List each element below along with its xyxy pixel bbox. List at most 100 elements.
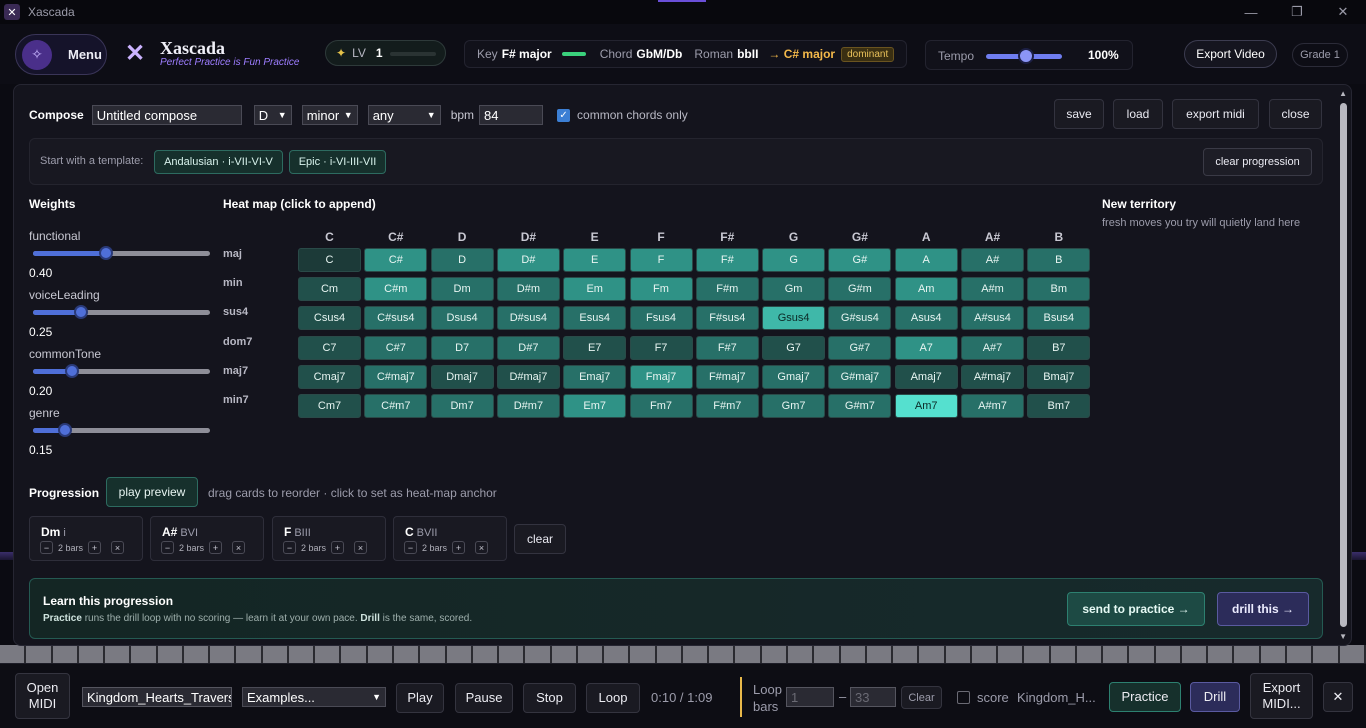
heatmap-cell[interactable]: A# xyxy=(961,248,1024,272)
heatmap-cell[interactable]: C#m7 xyxy=(364,394,428,418)
pause-button[interactable]: Pause xyxy=(455,683,513,713)
bpm-input[interactable]: 84 xyxy=(479,105,544,125)
heatmap-cell[interactable]: Bm xyxy=(1027,277,1091,302)
heatmap-cell[interactable]: Fsus4 xyxy=(629,306,693,331)
heatmap-cell[interactable]: Em xyxy=(563,277,627,302)
heatmap-cell[interactable]: Am7 xyxy=(894,394,958,418)
heatmap-cell[interactable]: Am xyxy=(894,277,958,302)
midi-file-input[interactable]: Kingdom_Hearts_Traverse xyxy=(82,687,232,707)
examples-select[interactable]: Examples... ▼ xyxy=(242,687,386,707)
export-midi-bottom-button[interactable]: Export MIDI... xyxy=(1250,673,1313,719)
heatmap-cell[interactable]: C7 xyxy=(298,335,361,360)
weight-slider-commontone[interactable] xyxy=(33,364,210,378)
export-midi-button[interactable]: export midi xyxy=(1172,99,1259,129)
stop-button[interactable]: Stop xyxy=(523,683,576,713)
heatmap-cell[interactable]: F#maj7 xyxy=(695,364,759,389)
template-andalusian[interactable]: Andalusian · i-VII-VI-V xyxy=(154,150,283,174)
heatmap-cell[interactable]: Gmaj7 xyxy=(762,364,826,389)
scroll-down-icon[interactable]: ▼ xyxy=(1339,632,1347,641)
heatmap-cell[interactable]: D#sus4 xyxy=(496,306,560,331)
progression-card[interactable]: A# BVI −2 bars + × xyxy=(150,516,264,561)
loop-from-input[interactable]: 1 xyxy=(786,687,834,707)
heatmap-cell[interactable]: A#maj7 xyxy=(961,364,1024,389)
progression-card[interactable]: Dm i −2 bars + × xyxy=(29,516,143,561)
close-window-icon[interactable]: ✕ xyxy=(1320,0,1366,24)
scroll-up-icon[interactable]: ▲ xyxy=(1339,89,1347,98)
progression-card[interactable]: C BVII −2 bars + × xyxy=(393,516,507,561)
weight-slider-voiceleading[interactable] xyxy=(33,305,210,319)
heatmap-cell[interactable]: Dsus4 xyxy=(430,306,494,331)
heatmap-cell[interactable]: Asus4 xyxy=(894,306,958,331)
restore-icon[interactable]: ❐ xyxy=(1274,0,1320,24)
template-epic[interactable]: Epic · i-VI-III-VII xyxy=(289,150,386,174)
heatmap-cell[interactable]: Cmaj7 xyxy=(298,364,361,389)
heatmap-cell[interactable]: D#m xyxy=(496,277,560,302)
increase-bars-button[interactable]: + xyxy=(452,541,466,554)
heatmap-cell[interactable]: C#maj7 xyxy=(364,364,428,389)
increase-bars-button[interactable]: + xyxy=(209,541,223,554)
heatmap-cell[interactable]: Gm xyxy=(762,277,826,302)
heatmap-cell[interactable]: Csus4 xyxy=(298,306,361,331)
mode-select[interactable]: minor ▼ xyxy=(301,105,358,125)
heatmap-cell[interactable]: Esus4 xyxy=(563,306,627,331)
heatmap-cell[interactable]: C#7 xyxy=(364,335,428,360)
heatmap-cell[interactable]: A#m xyxy=(961,277,1024,302)
loop-button[interactable]: Loop xyxy=(586,683,640,713)
loop-to-input[interactable]: 33 xyxy=(850,687,896,707)
remove-card-button[interactable]: × xyxy=(475,541,489,554)
heatmap-cell[interactable]: A7 xyxy=(894,335,958,360)
increase-bars-button[interactable]: + xyxy=(331,541,345,554)
heatmap-cell[interactable]: Em7 xyxy=(563,394,627,418)
heatmap-cell[interactable]: G#7 xyxy=(828,335,892,360)
heatmap-cell[interactable]: D xyxy=(430,248,494,272)
scrollbar[interactable] xyxy=(1340,103,1347,627)
heatmap-cell[interactable]: B xyxy=(1027,248,1091,272)
heatmap-cell[interactable]: C# xyxy=(364,248,428,272)
key-select[interactable]: D ▼ xyxy=(253,105,292,125)
heatmap-cell[interactable]: F xyxy=(629,248,693,272)
progression-card[interactable]: F BIII −2 bars + × xyxy=(272,516,386,561)
heatmap-cell[interactable]: Bsus4 xyxy=(1027,306,1091,331)
heatmap-cell[interactable]: D7 xyxy=(430,335,494,360)
loop-clear-button[interactable]: Clear xyxy=(901,686,942,709)
clear-progression-button[interactable]: clear progression xyxy=(1203,148,1312,176)
heatmap-cell[interactable]: G# xyxy=(828,248,892,272)
clear-cards-button[interactable]: clear xyxy=(514,524,566,554)
open-midi-button[interactable]: Open MIDI xyxy=(15,673,70,719)
decrease-bars-button[interactable]: − xyxy=(404,541,417,554)
heatmap-cell[interactable]: Fm7 xyxy=(629,394,693,418)
drill-button[interactable]: Drill xyxy=(1190,682,1240,712)
heatmap-cell[interactable]: C xyxy=(298,248,361,272)
heatmap-cell[interactable]: D#m7 xyxy=(496,394,560,418)
heatmap-cell[interactable]: G#sus4 xyxy=(828,306,892,331)
tempo-slider-thumb[interactable] xyxy=(1018,48,1034,64)
heatmap-cell[interactable]: Dmaj7 xyxy=(430,364,494,389)
remove-card-button[interactable]: × xyxy=(111,541,125,554)
heatmap-cell[interactable]: A xyxy=(894,248,958,272)
remove-card-button[interactable]: × xyxy=(232,541,246,554)
heatmap-cell[interactable]: A#7 xyxy=(961,335,1024,360)
export-video-button[interactable]: Export Video xyxy=(1184,40,1277,68)
heatmap-cell[interactable]: Fmaj7 xyxy=(629,364,693,389)
heatmap-cell[interactable]: F7 xyxy=(629,335,693,360)
heatmap-cell[interactable]: Bmaj7 xyxy=(1027,364,1091,389)
heatmap-cell[interactable]: G#m xyxy=(828,277,892,302)
heatmap-cell[interactable]: Cm xyxy=(298,277,361,302)
decrease-bars-button[interactable]: − xyxy=(283,541,296,554)
increase-bars-button[interactable]: + xyxy=(88,541,102,554)
heatmap-cell[interactable]: Gm7 xyxy=(762,394,826,418)
minimize-icon[interactable]: — xyxy=(1228,0,1274,24)
heatmap-cell[interactable]: F#m7 xyxy=(695,394,759,418)
weight-slider-functional[interactable] xyxy=(33,246,210,260)
heatmap-cell[interactable]: D#7 xyxy=(496,335,560,360)
close-compose-button[interactable]: close xyxy=(1269,99,1322,129)
heatmap-cell[interactable]: G#m7 xyxy=(828,394,892,418)
drill-this-button[interactable]: drill this → xyxy=(1217,592,1309,626)
heatmap-cell[interactable]: D# xyxy=(496,248,560,272)
compose-name-input[interactable]: Untitled compose xyxy=(91,105,242,125)
heatmap-cell[interactable]: Bm7 xyxy=(1027,394,1091,418)
heatmap-cell[interactable]: G xyxy=(762,248,826,272)
heatmap-cell[interactable]: Dm xyxy=(430,277,494,302)
heatmap-cell[interactable]: F# xyxy=(695,248,759,272)
send-to-practice-button[interactable]: send to practice → xyxy=(1067,592,1205,626)
